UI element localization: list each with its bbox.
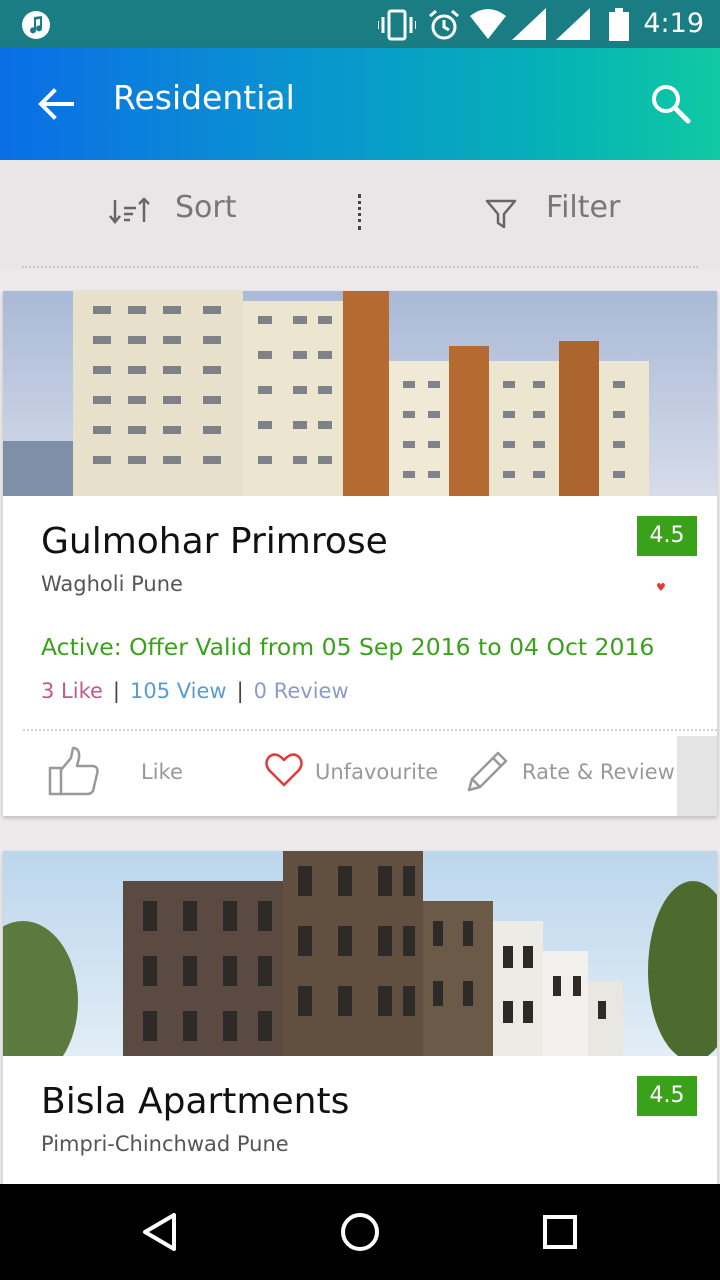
search-icon bbox=[652, 85, 691, 124]
rate-review-label: Rate & Review bbox=[522, 760, 675, 784]
listing-card[interactable]: Gulmohar Primrose Wagholi Pune 4.5 ♥ Act… bbox=[3, 291, 717, 816]
rate-review-button[interactable]: Rate & Review bbox=[465, 746, 685, 802]
back-button[interactable] bbox=[34, 82, 78, 126]
sort-filter-bar: Sort Filter bbox=[0, 160, 720, 270]
favourite-indicator-icon: ♥ bbox=[656, 581, 666, 594]
clock-time: 4:19 bbox=[643, 8, 704, 39]
music-notification-icon bbox=[22, 11, 50, 39]
pencil-icon bbox=[467, 751, 508, 792]
property-name[interactable]: Bisla Apartments bbox=[41, 1081, 349, 1122]
sort-label: Sort bbox=[175, 190, 237, 225]
property-location: Pimpri-Chinchwad Pune bbox=[41, 1132, 289, 1156]
listing-card[interactable]: Bisla Apartments Pimpri-Chinchwad Pune 4… bbox=[3, 851, 717, 1191]
app-bar: Residential bbox=[0, 48, 720, 160]
heart-icon bbox=[265, 753, 303, 787]
sort-button[interactable]: Sort bbox=[108, 186, 308, 236]
vibrate-icon bbox=[378, 9, 416, 41]
divider bbox=[22, 266, 698, 268]
circle-home-icon bbox=[341, 1213, 379, 1251]
review-count: 0 Review bbox=[253, 679, 349, 703]
signal-icon bbox=[556, 8, 590, 40]
page-title: Residential bbox=[113, 78, 295, 117]
rating-badge: 4.5 bbox=[637, 1076, 697, 1116]
rating-badge: 4.5 bbox=[637, 516, 697, 556]
property-image bbox=[3, 291, 717, 496]
divider bbox=[23, 729, 717, 731]
square-recents-icon bbox=[543, 1215, 577, 1249]
alarm-icon bbox=[429, 9, 459, 40]
stats-separator: | bbox=[112, 679, 120, 703]
property-location: Wagholi Pune bbox=[41, 572, 183, 596]
thumbs-up-icon bbox=[48, 746, 99, 796]
offer-text: Active: Offer Valid from 05 Sep 2016 to … bbox=[41, 633, 655, 661]
unfavourite-button[interactable]: Unfavourite bbox=[261, 746, 451, 802]
view-count: 105 View bbox=[129, 679, 227, 703]
wifi-icon bbox=[470, 9, 506, 39]
nav-back-button[interactable] bbox=[136, 1208, 184, 1256]
search-button[interactable] bbox=[648, 81, 694, 127]
property-name[interactable]: Gulmohar Primrose bbox=[41, 521, 388, 562]
property-image bbox=[3, 851, 717, 1056]
filter-label: Filter bbox=[546, 190, 621, 225]
sort-icon bbox=[109, 197, 150, 224]
status-bar: 4:19 bbox=[0, 0, 720, 48]
unfavourite-label: Unfavourite bbox=[315, 760, 439, 784]
triangle-back-icon bbox=[143, 1213, 176, 1251]
stats-row: 3 Like | 105 View | 0 Review bbox=[41, 679, 349, 703]
scroll-handle[interactable] bbox=[677, 736, 717, 816]
nav-recents-button[interactable] bbox=[536, 1208, 584, 1256]
like-label: Like bbox=[141, 760, 183, 784]
signal-icon bbox=[512, 8, 546, 40]
nav-home-button[interactable] bbox=[336, 1208, 384, 1256]
toolbar-divider bbox=[358, 194, 361, 230]
filter-button[interactable]: Filter bbox=[484, 186, 684, 236]
battery-icon bbox=[609, 8, 629, 41]
arrow-left-icon bbox=[38, 88, 74, 120]
like-button[interactable]: Like bbox=[47, 746, 217, 802]
stats-separator: | bbox=[236, 679, 244, 703]
like-count: 3 Like bbox=[41, 679, 103, 703]
filter-icon bbox=[485, 199, 517, 229]
system-nav-bar bbox=[0, 1184, 720, 1280]
